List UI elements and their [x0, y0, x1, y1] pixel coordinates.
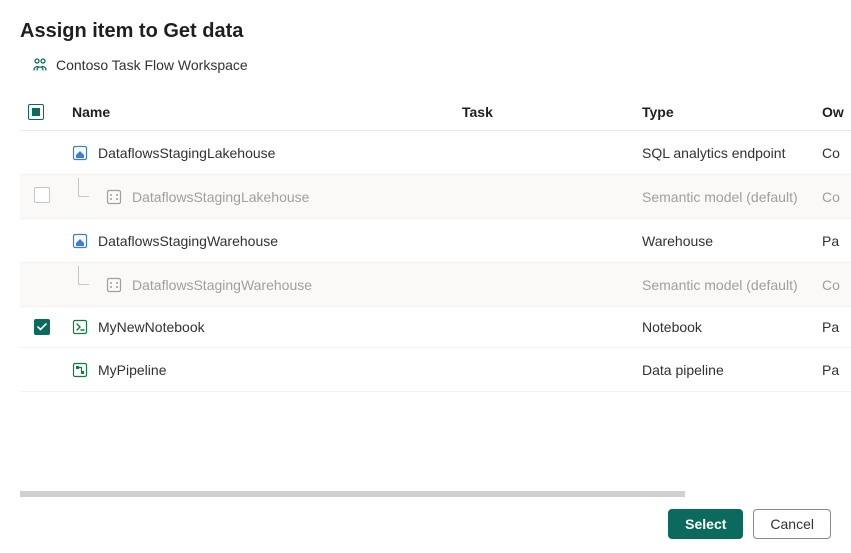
table-row[interactable]: DataflowsStagingLakehouse SQL analytics e… [20, 131, 851, 175]
row-checkbox[interactable] [34, 187, 50, 203]
item-task [454, 175, 634, 219]
workspace-name: Contoso Task Flow Workspace [56, 57, 248, 73]
workspace-breadcrumb: Contoso Task Flow Workspace [32, 57, 831, 73]
table-row[interactable]: DataflowsStagingWarehouse Semantic model … [20, 263, 851, 307]
warehouse-icon [72, 145, 88, 161]
item-type: Warehouse [634, 219, 814, 263]
row-checkbox[interactable] [34, 319, 50, 335]
table-row[interactable]: DataflowsStagingWarehouse WarehousePa [20, 219, 851, 263]
horizontal-scrollbar[interactable] [20, 491, 831, 497]
item-task [454, 307, 634, 348]
item-owner: Pa [814, 348, 851, 392]
model-icon [106, 277, 122, 293]
item-owner: Pa [814, 219, 851, 263]
item-owner: Co [814, 175, 851, 219]
scrollbar-thumb[interactable] [20, 491, 685, 497]
workspace-icon [32, 57, 48, 73]
item-owner: Co [814, 263, 851, 307]
item-name: MyNewNotebook [98, 319, 205, 335]
item-type: Semantic model (default) [634, 263, 814, 307]
table-row[interactable]: MyNewNotebook NotebookPa [20, 307, 851, 348]
item-name: DataflowsStagingWarehouse [132, 277, 312, 293]
item-owner: Pa [814, 307, 851, 348]
tree-indent-icon [72, 188, 96, 206]
dialog-title: Assign item to Get data [20, 20, 831, 43]
item-task [454, 263, 634, 307]
column-header-name[interactable]: Name [64, 93, 454, 131]
column-header-owner[interactable]: Ow [814, 93, 851, 131]
select-all-checkbox[interactable] [28, 104, 44, 120]
tree-indent-icon [72, 276, 96, 294]
table-row[interactable]: DataflowsStagingLakehouse Semantic model … [20, 175, 851, 219]
item-type: Semantic model (default) [634, 175, 814, 219]
item-name: MyPipeline [98, 362, 166, 378]
item-name: DataflowsStagingWarehouse [98, 233, 278, 249]
notebook-icon [72, 319, 88, 335]
cancel-button[interactable]: Cancel [753, 509, 831, 539]
warehouse-icon [72, 233, 88, 249]
dialog-footer: Select Cancel [668, 509, 831, 539]
item-name: DataflowsStagingLakehouse [98, 145, 275, 161]
select-button[interactable]: Select [668, 509, 743, 539]
model-icon [106, 189, 122, 205]
column-header-type[interactable]: Type [634, 93, 814, 131]
column-header-task[interactable]: Task [454, 93, 634, 131]
item-task [454, 131, 634, 175]
item-type: Notebook [634, 307, 814, 348]
item-type: SQL analytics endpoint [634, 131, 814, 175]
items-table: Name Task Type Ow DataflowsStagingLakeho… [20, 93, 851, 392]
item-name: DataflowsStagingLakehouse [132, 189, 309, 205]
item-owner: Co [814, 131, 851, 175]
pipeline-icon [72, 362, 88, 378]
item-type: Data pipeline [634, 348, 814, 392]
item-task [454, 219, 634, 263]
table-row[interactable]: MyPipeline Data pipelinePa [20, 348, 851, 392]
item-task [454, 348, 634, 392]
